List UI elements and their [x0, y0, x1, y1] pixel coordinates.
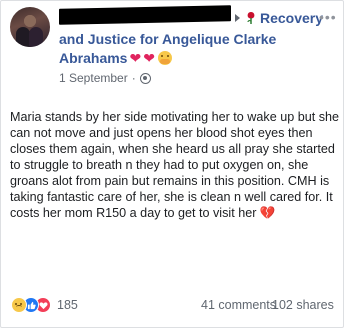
reaction-count: 185: [57, 298, 78, 312]
group-link[interactable]: Recovery: [235, 10, 323, 26]
more-options-button[interactable]: •••: [319, 9, 337, 25]
post-meta: 1 September ·: [59, 71, 151, 85]
avatar-figure: [29, 27, 43, 47]
shared-to-arrow-icon: [235, 14, 240, 22]
comments-count-link[interactable]: 41 comments: [201, 298, 276, 312]
meta-separator: ·: [131, 71, 136, 85]
redacted-author-name: [59, 5, 231, 25]
heart-icon: ❤: [129, 50, 142, 66]
group-name-line1: Recovery: [260, 10, 324, 26]
post-card: Recovery ••• and Justice for Angelique C…: [0, 0, 344, 328]
reaction-summary[interactable]: 185: [11, 297, 78, 313]
group-name-line2[interactable]: and Justice for Angelique Clarke: [59, 31, 276, 47]
shares-count-link[interactable]: 102 shares: [272, 298, 334, 312]
sad-reaction-icon: [11, 297, 27, 313]
post-text: Maria stands by her side motivating her …: [10, 110, 340, 220]
heart-icon: ❤: [143, 50, 155, 66]
rose-icon: [247, 12, 255, 24]
avatar-figure: [16, 27, 30, 47]
hug-emoji-icon: [157, 51, 172, 65]
post-body: Maria stands by her side motivating her …: [10, 109, 340, 221]
profile-avatar[interactable]: [10, 7, 50, 47]
globe-icon[interactable]: [139, 72, 151, 84]
group-name-line3-wrap[interactable]: Abrahams ❤ ❤: [59, 50, 172, 66]
group-name-line3: Abrahams: [59, 50, 128, 66]
thumbs-up-icon: [27, 301, 36, 309]
post-date[interactable]: 1 September: [59, 71, 128, 85]
broken-heart-emoji: 💔: [259, 206, 276, 220]
heart-reaction-glyph-icon: [39, 301, 47, 309]
